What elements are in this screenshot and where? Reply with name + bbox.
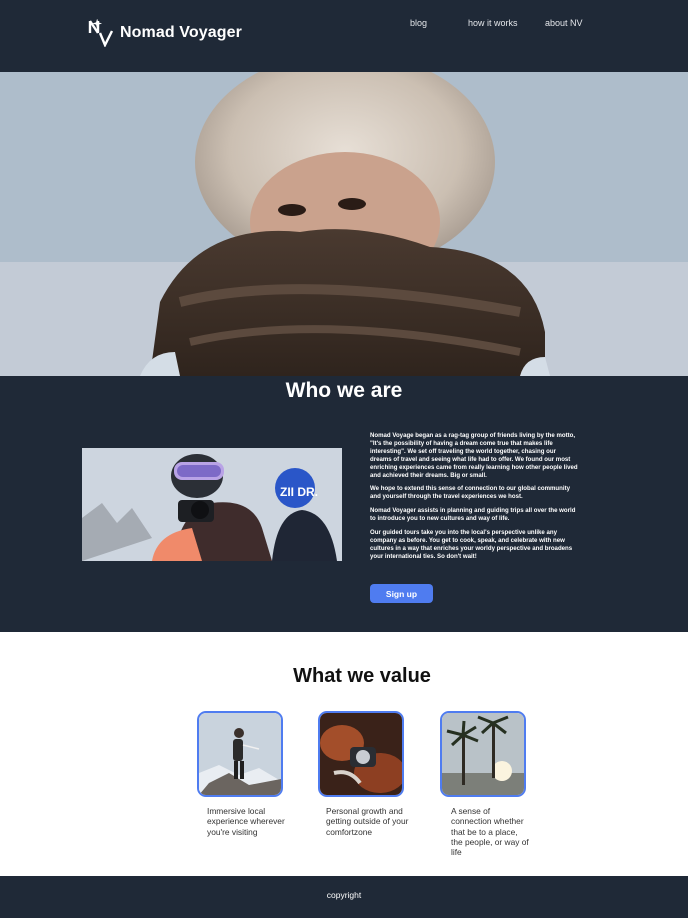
who-we-are-photo: ZII DR. xyxy=(82,448,342,561)
who-we-are-section: Who we are ZII DR. Nomad Voyage began as… xyxy=(0,376,688,632)
site-header: Nomad Voyager blog how it works about NV xyxy=(0,0,688,72)
svg-text:ZII DR.: ZII DR. xyxy=(280,485,318,499)
what-we-value-title: What we value xyxy=(293,665,431,687)
hiker-photo-illustration xyxy=(199,713,281,795)
value-text-growth: Personal growth and getting outside of y… xyxy=(326,806,409,837)
nav-how-it-works[interactable]: how it works xyxy=(468,18,518,28)
hero-image xyxy=(0,72,688,376)
compass-hands-photo-illustration xyxy=(320,713,402,795)
logo[interactable]: Nomad Voyager xyxy=(88,19,242,47)
who-paragraph: Nomad Voyager assists in planning and gu… xyxy=(370,507,576,523)
value-image-connection xyxy=(440,711,526,797)
site-footer: copyright xyxy=(0,876,688,918)
value-image-immersive xyxy=(197,711,283,797)
who-paragraph: Our guided tours take you into the local… xyxy=(370,529,573,560)
hero-photo-illustration xyxy=(0,72,688,376)
sign-up-button[interactable]: Sign up xyxy=(370,584,433,603)
nav-blog[interactable]: blog xyxy=(410,18,427,28)
palm-trees-photo-illustration xyxy=(442,713,524,795)
copyright-text: copyright xyxy=(326,890,362,900)
value-image-growth xyxy=(318,711,404,797)
value-text-immersive: Immersive local experience wherever you'… xyxy=(207,806,285,837)
nav-about[interactable]: about NV xyxy=(545,18,583,28)
who-paragraph: We hope to extend this sense of connecti… xyxy=(370,485,570,501)
skier-photo-illustration: ZII DR. xyxy=(82,448,342,561)
value-text-connection: A sense of connection whether that be to… xyxy=(451,806,529,858)
who-we-are-title: Who we are xyxy=(285,379,403,402)
logo-mark-icon xyxy=(88,19,114,47)
who-paragraph: Nomad Voyage began as a rag-tag group of… xyxy=(370,432,578,479)
who-we-are-text: Nomad Voyage began as a rag-tag group of… xyxy=(370,432,578,567)
logo-text: Nomad Voyager xyxy=(120,24,242,41)
